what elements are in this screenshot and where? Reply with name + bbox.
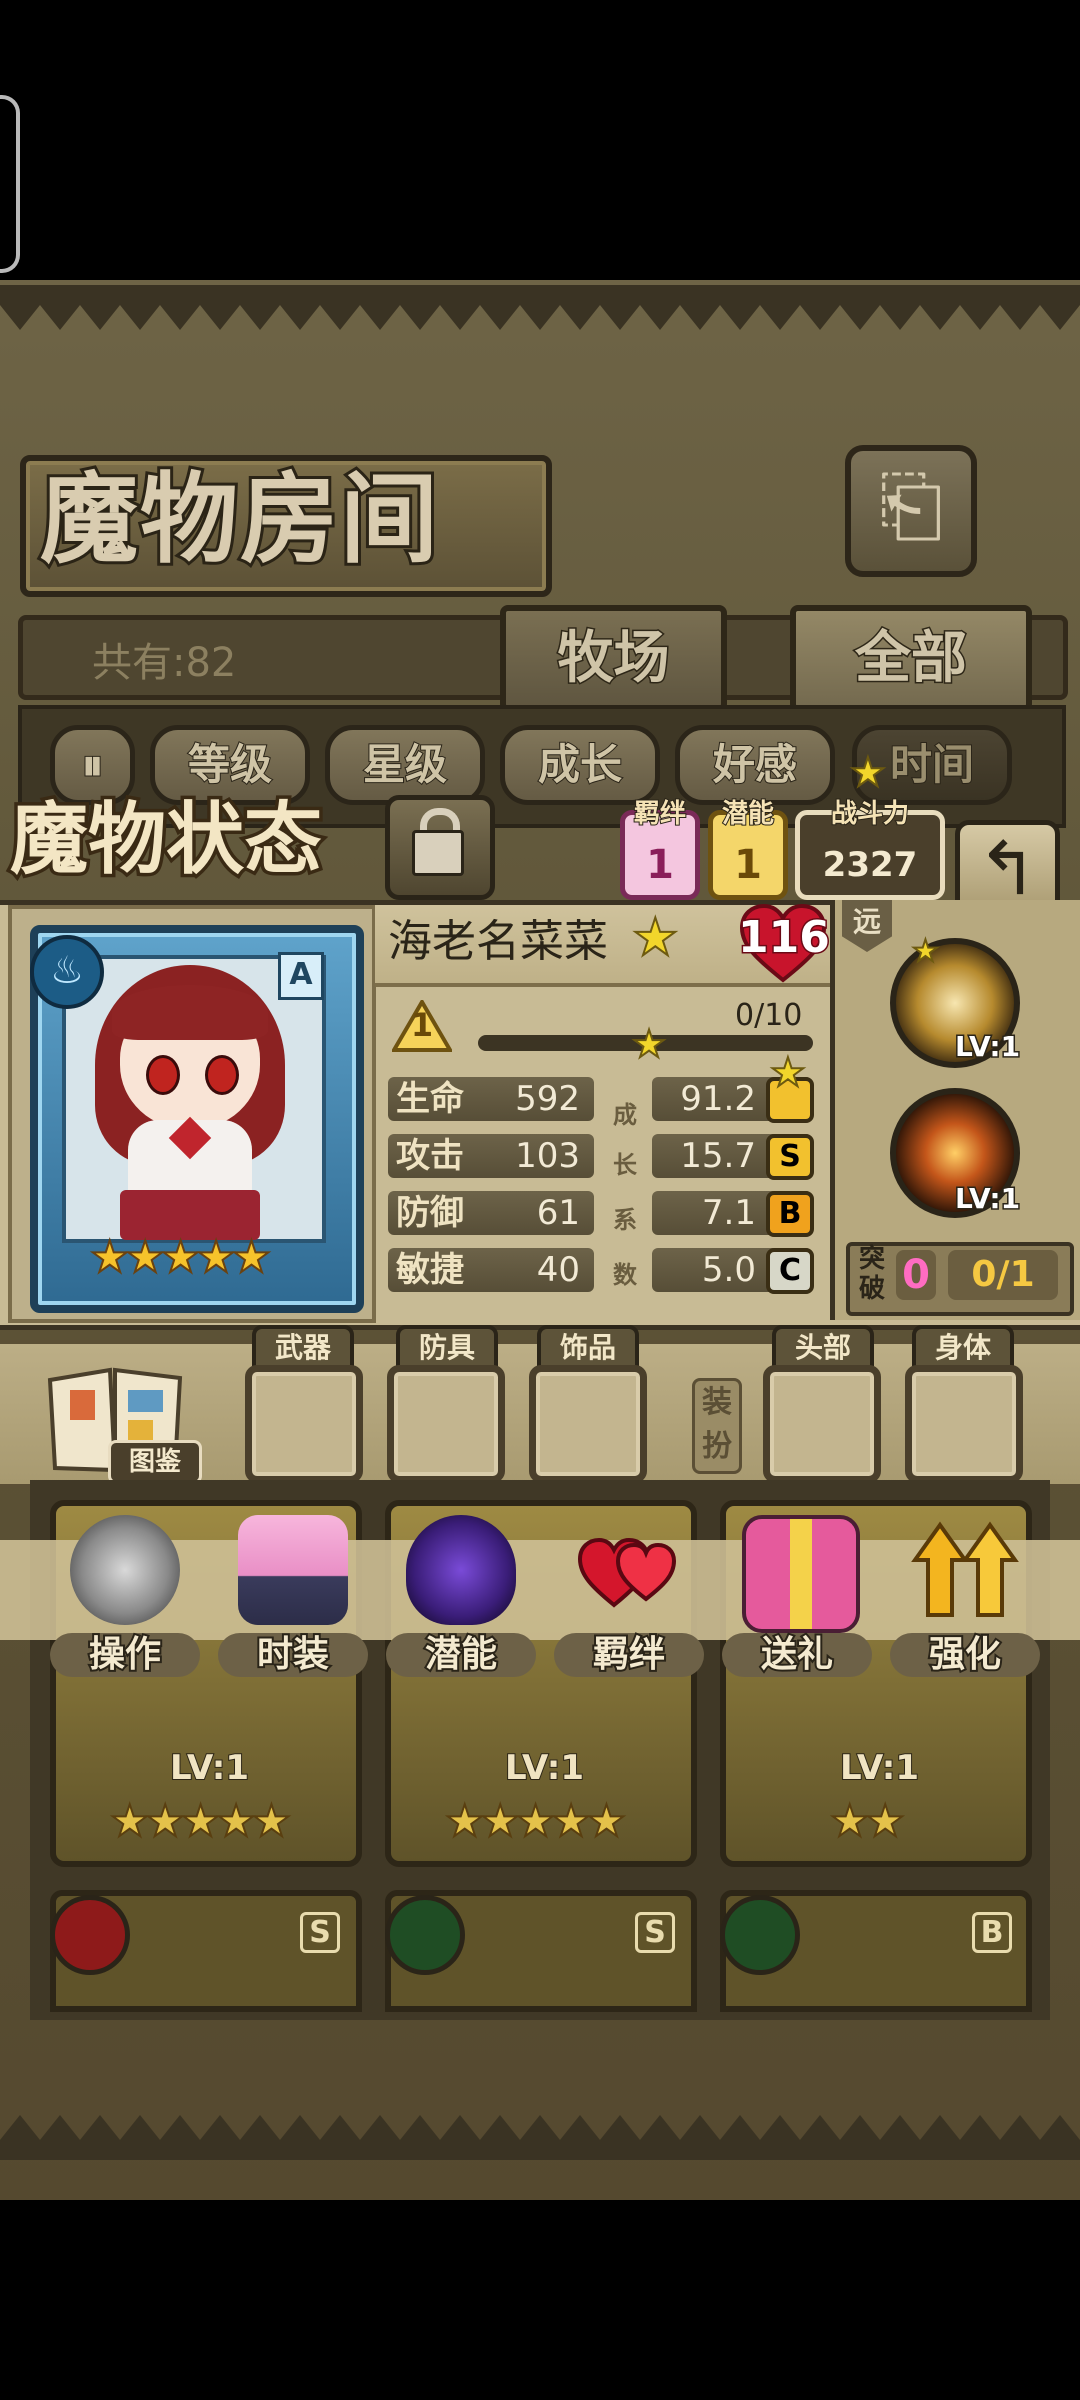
growth-caption-char: 成 bbox=[613, 1101, 637, 1129]
collection-count: 共有:82 bbox=[92, 640, 237, 686]
action-gift-button[interactable]: 送礼 bbox=[722, 1515, 872, 1680]
stat-label: 敏捷 bbox=[396, 1250, 464, 1290]
card-star-rating: ★★★★★ bbox=[89, 1231, 272, 1284]
breakthrough-progress: 0/1 bbox=[948, 1250, 1058, 1300]
grid-card-level: LV:1 bbox=[504, 1747, 585, 1789]
stat-value: 592 bbox=[515, 1079, 580, 1119]
action-potential-button[interactable]: 潜能 bbox=[386, 1515, 536, 1680]
portrait-bangs bbox=[112, 985, 268, 1040]
potential-icon bbox=[406, 1515, 516, 1625]
grid-card-level: LV:1 bbox=[169, 1747, 250, 1789]
bond-stat-label: 羁绊 bbox=[633, 798, 687, 830]
grade-badge: B bbox=[766, 1191, 814, 1237]
grid-card-level: LV:1 bbox=[839, 1747, 920, 1789]
potential-stat: 潜能 1 bbox=[708, 798, 788, 900]
skill-star-icon: ★ bbox=[911, 933, 940, 970]
growth-caption-char: 数 bbox=[613, 1261, 637, 1289]
growth-caption-char: 系 bbox=[613, 1206, 637, 1234]
grade-star-icon: ★ bbox=[769, 1049, 807, 1097]
gift-icon bbox=[742, 1515, 860, 1633]
zigzag-border-bottom bbox=[0, 2115, 1080, 2160]
tab-all[interactable]: 全部 bbox=[790, 605, 1032, 712]
sort-active-star-icon: ★ bbox=[849, 749, 887, 797]
monster-level: 116 bbox=[737, 911, 832, 965]
action-outfit-button[interactable]: 时装 bbox=[218, 1515, 368, 1680]
breakthrough-label: 突破 bbox=[858, 1244, 885, 1304]
stat-value: 103 bbox=[515, 1136, 580, 1176]
equip-slot-weapon[interactable] bbox=[245, 1365, 363, 1483]
growth-value: 7.1 bbox=[701, 1193, 756, 1233]
tab-pasture[interactable]: 牧场 bbox=[500, 605, 727, 712]
skill-level: LV:1 bbox=[953, 1029, 1021, 1065]
power-stat-value: 2327 bbox=[822, 845, 918, 885]
page-title: 魔物房间 bbox=[37, 460, 441, 580]
growth-value: 15.7 bbox=[680, 1136, 756, 1176]
growth-value: 91.2 bbox=[680, 1079, 756, 1119]
dress-up-label: 装扮 bbox=[692, 1378, 742, 1474]
portrait-eye-left bbox=[146, 1055, 180, 1095]
equip-slot-armor[interactable] bbox=[387, 1365, 505, 1483]
action-label: 送礼 bbox=[722, 1632, 872, 1677]
action-upgrade-button[interactable]: 强化 bbox=[890, 1515, 1040, 1680]
upgrade-arrows-icon bbox=[911, 1521, 1019, 1617]
lock-icon-body bbox=[412, 830, 464, 876]
side-back-tab[interactable] bbox=[0, 95, 20, 273]
action-label: 羁绊 bbox=[554, 1632, 704, 1677]
grid-card-grade: S bbox=[300, 1912, 340, 1953]
action-label: 时装 bbox=[218, 1632, 368, 1677]
monster-name: 海老名菜菜 bbox=[388, 916, 608, 967]
stat-label: 攻击 bbox=[396, 1136, 464, 1176]
grade-badge: S bbox=[766, 1134, 814, 1180]
stat-value: 61 bbox=[536, 1193, 580, 1233]
action-label: 潜能 bbox=[386, 1632, 536, 1677]
stat-label: 生命 bbox=[396, 1079, 464, 1119]
bond-level: 1 bbox=[410, 1006, 434, 1044]
skill-level: LV:1 bbox=[953, 1181, 1021, 1217]
grid-card-stars: ★★★★★ bbox=[444, 1795, 627, 1848]
action-label: 强化 bbox=[890, 1632, 1040, 1677]
stat-value: 40 bbox=[536, 1250, 580, 1290]
exp-text: 0/10 bbox=[735, 998, 803, 1033]
favorite-star-icon: ★ bbox=[631, 907, 680, 969]
leaf-icon bbox=[385, 1895, 465, 1975]
grid-card-grade: S bbox=[635, 1912, 675, 1953]
bond-hearts-icon bbox=[577, 1537, 677, 1608]
exp-star-icon: ★ bbox=[631, 1021, 667, 1067]
grade-badge: C bbox=[766, 1248, 814, 1294]
equip-slot-body[interactable] bbox=[905, 1365, 1023, 1483]
status-bar-area bbox=[0, 0, 1080, 280]
exit-button[interactable]: ⎗ bbox=[845, 445, 977, 577]
status-title: 魔物状态 bbox=[7, 792, 326, 889]
growth-caption-char: 长 bbox=[613, 1151, 637, 1179]
fire-icon bbox=[50, 1895, 130, 1975]
equip-slot-accessory[interactable] bbox=[529, 1365, 647, 1483]
action-operate-button[interactable]: 操作 bbox=[50, 1515, 200, 1680]
rank-badge: A bbox=[278, 952, 324, 1000]
growth-value: 5.0 bbox=[701, 1250, 756, 1290]
grid-card-grade: B bbox=[972, 1912, 1012, 1953]
exit-icon: ⎗ bbox=[879, 459, 943, 552]
leaf-icon bbox=[720, 1895, 800, 1975]
grid-card-stars: ★★★★★ bbox=[109, 1795, 292, 1848]
action-bond-button[interactable]: 羁绊 bbox=[554, 1515, 704, 1680]
potential-stat-value: 1 bbox=[734, 842, 762, 888]
gear-icon bbox=[70, 1515, 180, 1625]
stat-label: 防御 bbox=[396, 1193, 464, 1233]
bond-stat-value: 1 bbox=[646, 842, 674, 888]
portrait-eye-right bbox=[205, 1055, 239, 1095]
bond-stat: 羁绊 1 bbox=[620, 798, 700, 900]
codex-label: 图鉴 bbox=[108, 1440, 202, 1484]
equip-slot-head[interactable] bbox=[763, 1365, 881, 1483]
breakthrough-count: 0 bbox=[896, 1250, 936, 1300]
water-icon: ♨ bbox=[30, 935, 104, 1009]
power-stat: 战斗力 2327 bbox=[795, 798, 945, 900]
action-label: 操作 bbox=[50, 1632, 200, 1677]
grid-card-stars: ★★ bbox=[829, 1795, 906, 1848]
outfit-icon bbox=[238, 1515, 348, 1625]
potential-stat-label: 潜能 bbox=[721, 798, 775, 830]
sort-toggle-icon: ⏸ bbox=[81, 739, 104, 790]
navigation-area bbox=[0, 2200, 1080, 2400]
power-stat-label: 战斗力 bbox=[830, 798, 910, 830]
zigzag-border-top bbox=[0, 285, 1080, 330]
